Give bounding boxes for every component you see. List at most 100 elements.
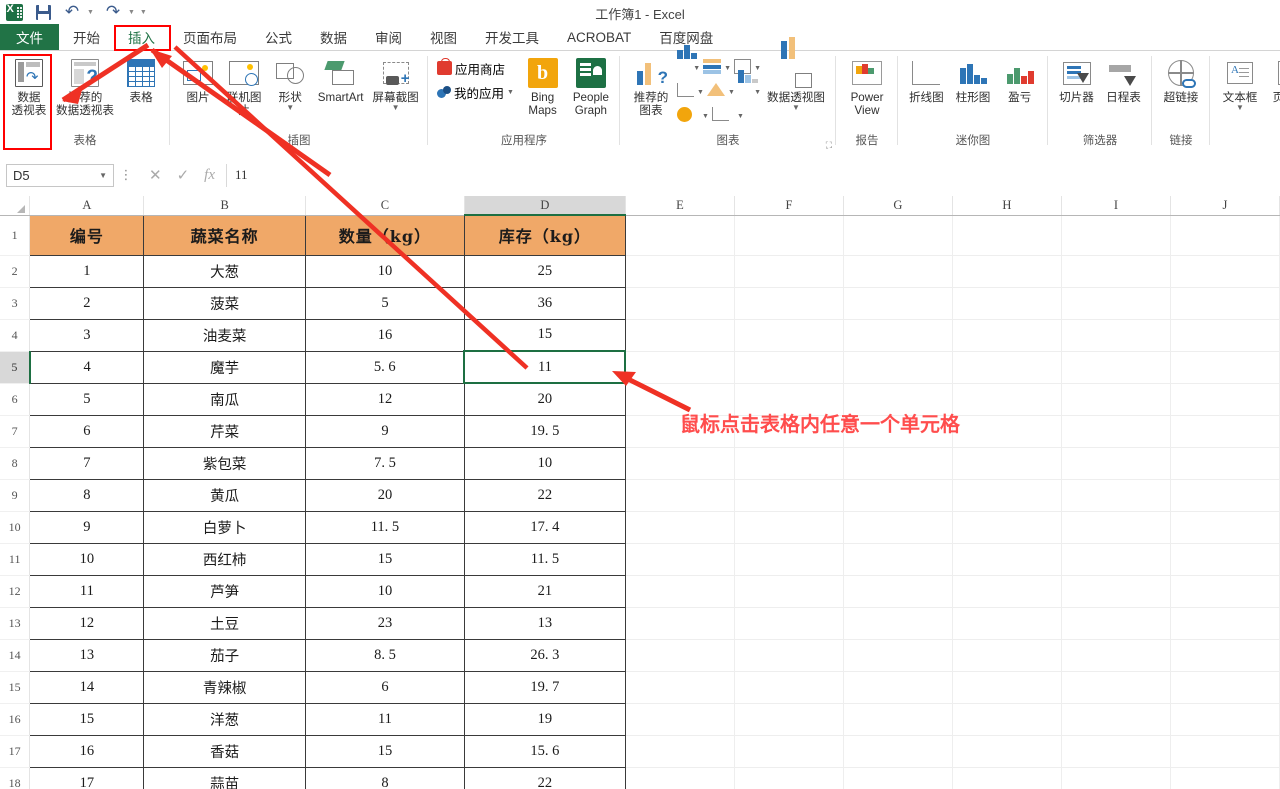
cell-A6[interactable]: 5 xyxy=(29,382,145,416)
cell-D9[interactable]: 22 xyxy=(463,478,626,512)
cell-A14[interactable]: 13 xyxy=(29,638,145,672)
cell-F2[interactable] xyxy=(734,255,844,288)
cell-A11[interactable]: 10 xyxy=(29,542,145,576)
shapes-caret-icon[interactable]: ▼ xyxy=(286,104,294,112)
slicer-button[interactable]: 切片器 xyxy=(1053,53,1100,104)
cell-F4[interactable] xyxy=(734,319,844,352)
cell-H13[interactable] xyxy=(952,607,1062,640)
cell-E12[interactable] xyxy=(625,575,735,608)
cell-C12[interactable]: 10 xyxy=(304,574,465,608)
table-row[interactable]: 4 3 油麦菜 16 15 xyxy=(0,318,1280,352)
cell-D14[interactable]: 26. 3 xyxy=(463,638,626,672)
cell-I8[interactable] xyxy=(1061,447,1171,480)
cell-G15[interactable] xyxy=(843,671,953,704)
row-header-3[interactable]: 3 xyxy=(0,287,31,320)
ribbon-tab-bar[interactable]: 文件 开始 插入 页面布局 公式 数据 审阅 视图 开发工具 ACROBAT 百… xyxy=(0,24,1280,50)
table-row[interactable]: 2 1 大葱 10 25 xyxy=(0,254,1280,288)
cell-H2[interactable] xyxy=(952,255,1062,288)
cell-G5[interactable] xyxy=(843,351,953,384)
cell-J4[interactable] xyxy=(1170,319,1280,352)
cell-F12[interactable] xyxy=(734,575,844,608)
cell-F13[interactable] xyxy=(734,607,844,640)
my-apps-caret-icon[interactable]: ▼ xyxy=(507,89,514,96)
cell-F15[interactable] xyxy=(734,671,844,704)
cell-C14[interactable]: 8. 5 xyxy=(304,638,465,672)
column-header-B[interactable]: B xyxy=(143,196,306,216)
cell-C17[interactable]: 15 xyxy=(304,734,465,768)
cell-G4[interactable] xyxy=(843,319,953,352)
cell-E17[interactable] xyxy=(625,735,735,768)
cell-D12[interactable]: 21 xyxy=(463,574,626,608)
cell-H15[interactable] xyxy=(952,671,1062,704)
tab-view[interactable]: 视图 xyxy=(416,24,471,50)
textbox-caret-icon[interactable]: ▼ xyxy=(1236,104,1244,112)
cell-D13[interactable]: 13 xyxy=(463,606,626,640)
tab-review[interactable]: 审阅 xyxy=(361,24,416,50)
cell-G18[interactable] xyxy=(843,767,953,789)
row-header-8[interactable]: 8 xyxy=(0,447,31,480)
cell-B2[interactable]: 大葱 xyxy=(143,254,306,288)
cell-J11[interactable] xyxy=(1170,543,1280,576)
cell-E10[interactable] xyxy=(625,511,735,544)
table-row[interactable]: 18 17 蒜苗 8 22 xyxy=(0,766,1280,789)
cell-B11[interactable]: 西红柿 xyxy=(143,542,306,576)
column-header-I[interactable]: I xyxy=(1061,196,1171,216)
cell-F1[interactable] xyxy=(734,215,844,256)
table-row[interactable]: 11 10 西红柿 15 11. 5 xyxy=(0,542,1280,576)
table-row[interactable]: 6 5 南瓜 12 20 xyxy=(0,382,1280,416)
cell-D7[interactable]: 19. 5 xyxy=(463,414,626,448)
cell-H17[interactable] xyxy=(952,735,1062,768)
charts-dialog-launcher[interactable]: ⛶ xyxy=(826,140,832,151)
cell-I6[interactable] xyxy=(1061,383,1171,416)
cell-I5[interactable] xyxy=(1061,351,1171,384)
cell-I18[interactable] xyxy=(1061,767,1171,789)
column-header-G[interactable]: G xyxy=(843,196,953,216)
cell-C4[interactable]: 16 xyxy=(304,318,465,352)
cell-B14[interactable]: 茄子 xyxy=(143,638,306,672)
cell-B3[interactable]: 菠菜 xyxy=(143,286,306,320)
table-row[interactable]: 7 6 芹菜 9 19. 5 xyxy=(0,414,1280,448)
row-header-16[interactable]: 16 xyxy=(0,703,31,736)
cell-J1[interactable] xyxy=(1170,215,1280,256)
shapes-button[interactable]: 形状 ▼ xyxy=(267,53,313,112)
tab-data[interactable]: 数据 xyxy=(306,24,361,50)
cell-I10[interactable] xyxy=(1061,511,1171,544)
cell-A3[interactable]: 2 xyxy=(29,286,145,320)
cell-A16[interactable]: 15 xyxy=(29,702,145,736)
cell-B17[interactable]: 香菇 xyxy=(143,734,306,768)
cell-J5[interactable] xyxy=(1170,351,1280,384)
cell-E9[interactable] xyxy=(625,479,735,512)
tab-formulas[interactable]: 公式 xyxy=(251,24,306,50)
cell-G8[interactable] xyxy=(843,447,953,480)
store-link[interactable]: 应用商店 xyxy=(437,57,518,79)
column-header-A[interactable]: A xyxy=(29,196,145,216)
table-row[interactable]: 1 编号 蔬菜名称 数量（kg） 库存（kg） xyxy=(0,214,1280,256)
cell-F6[interactable] xyxy=(734,383,844,416)
waterfall-chart-caret-icon[interactable]: ▼ xyxy=(754,89,761,96)
cell-E14[interactable] xyxy=(625,639,735,672)
cell-C7[interactable]: 9 xyxy=(304,414,465,448)
pie-chart-caret-icon[interactable]: ▼ xyxy=(702,113,709,120)
tab-insert[interactable]: 插入 xyxy=(114,24,169,50)
table-row[interactable]: 17 16 香菇 15 15. 6 xyxy=(0,734,1280,768)
picture-button[interactable]: 图片 xyxy=(175,53,221,104)
cell-C15[interactable]: 6 xyxy=(304,670,465,704)
cell-G6[interactable] xyxy=(843,383,953,416)
cell-E1[interactable] xyxy=(625,215,735,256)
formula-bar-grip[interactable]: ⋮ xyxy=(114,167,138,183)
cell-D1[interactable]: 库存（kg） xyxy=(463,214,626,256)
cell-H18[interactable] xyxy=(952,767,1062,789)
row-header-12[interactable]: 12 xyxy=(0,575,31,608)
screenshot-caret-icon[interactable]: ▼ xyxy=(392,104,400,112)
cell-G7[interactable] xyxy=(843,415,953,448)
cell-C9[interactable]: 20 xyxy=(304,478,465,512)
cell-J9[interactable] xyxy=(1170,479,1280,512)
cell-A12[interactable]: 11 xyxy=(29,574,145,608)
cell-A1[interactable]: 编号 xyxy=(29,214,145,256)
power-view-button[interactable]: Power View xyxy=(841,53,893,117)
cell-H3[interactable] xyxy=(952,287,1062,320)
bing-maps-button[interactable]: b Bing Maps xyxy=(518,53,566,117)
smartart-button[interactable]: SmartArt xyxy=(313,53,368,104)
recommended-pivot-button[interactable]: ? 推荐的 数据透视表 xyxy=(53,53,117,117)
cell-F14[interactable] xyxy=(734,639,844,672)
